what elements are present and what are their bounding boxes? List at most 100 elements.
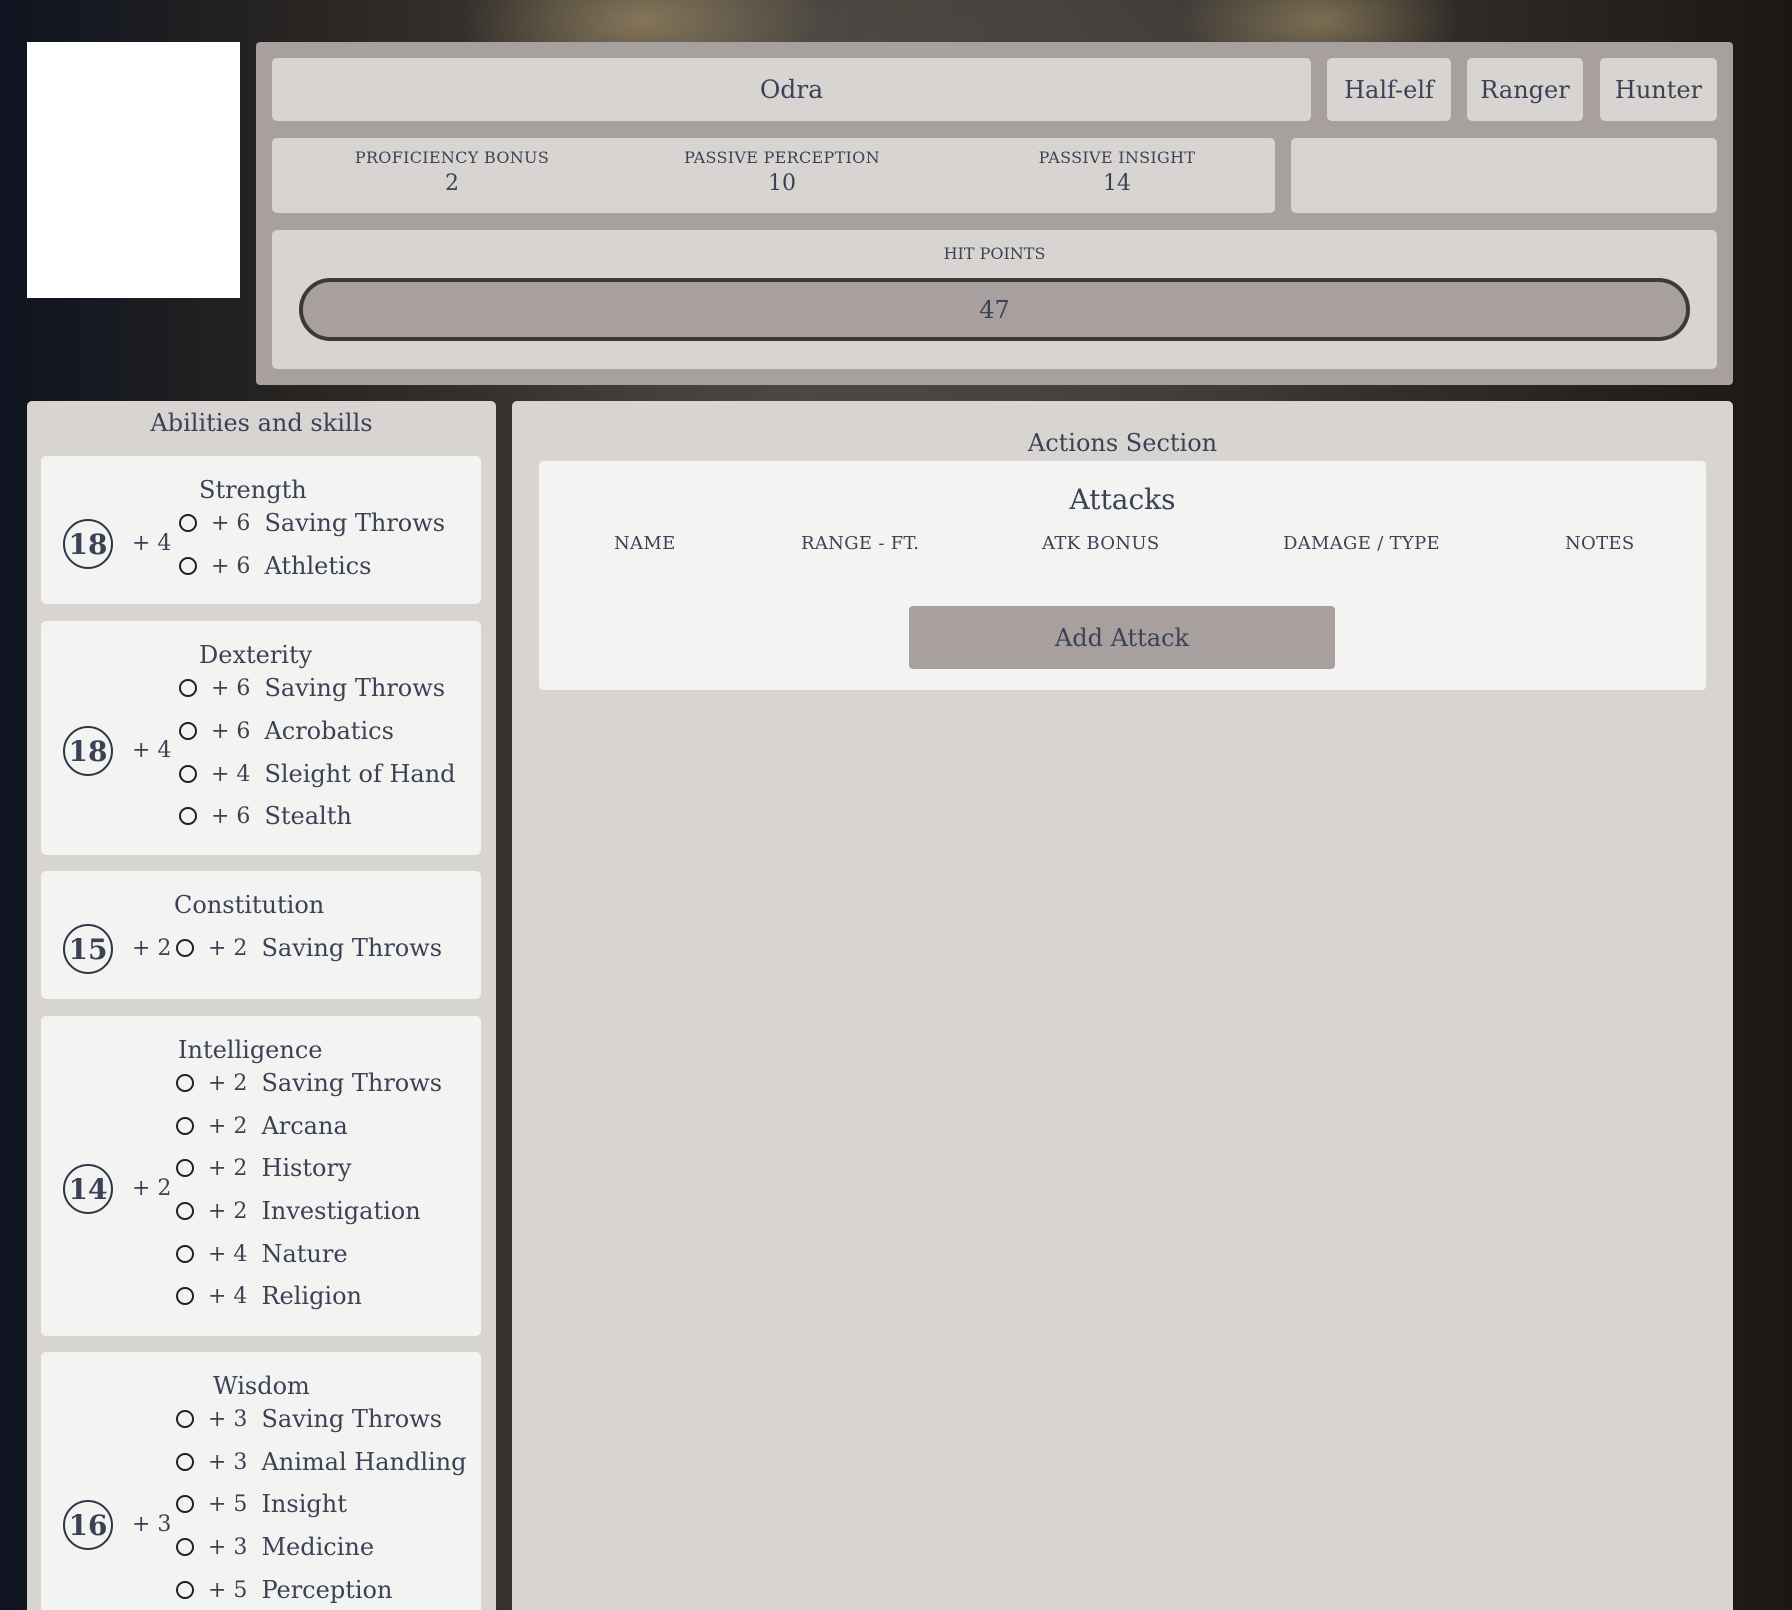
proficiency-radio[interactable]	[176, 1245, 194, 1263]
column-header-name: NAME	[614, 533, 676, 554]
skill-bonus: + 6	[211, 718, 251, 744]
proficiency-radio[interactable]	[179, 514, 197, 532]
skill-row: + 4 Nature	[176, 1239, 348, 1269]
proficiency-radio[interactable]	[179, 807, 197, 825]
column-header-damage-type: DAMAGE / TYPE	[1283, 533, 1440, 554]
skill-row: + 6 Saving Throws	[179, 508, 445, 538]
proficiency-radio[interactable]	[179, 557, 197, 575]
skill-label: Insight	[261, 1490, 347, 1518]
race-text: Half-elf	[1344, 75, 1434, 104]
proficiency-radio[interactable]	[176, 1159, 194, 1177]
ability-modifier: + 2	[132, 936, 172, 961]
character-name-text: Odra	[759, 75, 824, 104]
skill-label: Saving Throws	[261, 1405, 443, 1433]
skill-bonus: + 3	[208, 1449, 248, 1475]
skill-label: Saving Throws	[261, 934, 443, 962]
proficiency-radio[interactable]	[176, 1581, 194, 1599]
extra-info-box[interactable]	[1291, 138, 1717, 213]
proficiency-radio[interactable]	[179, 765, 197, 783]
ability-score[interactable]: 18	[63, 519, 113, 569]
skill-label: Saving Throws	[264, 674, 446, 702]
proficiency-radio[interactable]	[176, 1117, 194, 1135]
skill-label: Religion	[261, 1282, 363, 1310]
skill-label: Animal Handling	[261, 1448, 467, 1476]
ability-name: Intelligence	[178, 1036, 323, 1064]
skill-label: Nature	[261, 1240, 348, 1268]
skill-row: + 5 Perception	[176, 1575, 392, 1605]
skill-row: + 2 Arcana	[176, 1111, 348, 1141]
character-name[interactable]: Odra	[272, 58, 1311, 121]
proficiency-radio[interactable]	[176, 1074, 194, 1092]
passive-perception-label: PASSIVE PERCEPTION	[684, 148, 880, 167]
proficiency-radio[interactable]	[176, 1538, 194, 1556]
proficiency-radio[interactable]	[176, 1453, 194, 1471]
column-header-atk-bonus: ATK BONUS	[1042, 533, 1160, 554]
proficiency-radio[interactable]	[176, 1495, 194, 1513]
attacks-card: Attacks NAME RANGE - FT. ATK BONUS DAMAG…	[539, 461, 1706, 690]
ability-score[interactable]: 15	[63, 924, 113, 974]
skill-label: Saving Throws	[261, 1069, 443, 1097]
skill-row: + 3 Medicine	[176, 1532, 374, 1562]
ability-score[interactable]: 16	[63, 1500, 113, 1550]
ability-name: Dexterity	[199, 641, 313, 669]
skill-row: + 4 Religion	[176, 1281, 362, 1311]
subclass-badge[interactable]: Hunter	[1600, 58, 1717, 121]
skill-bonus: + 5	[208, 1577, 248, 1603]
ability-card-strength: Strength 18 + 4 + 6 Saving Throws + 6 Athl…	[41, 456, 481, 604]
skill-row: + 6 Saving Throws	[179, 673, 445, 703]
skill-row: + 6 Stealth	[179, 801, 352, 831]
ability-score[interactable]: 14	[63, 1164, 113, 1214]
proficiency-radio[interactable]	[176, 1410, 194, 1428]
skill-label: Medicine	[261, 1533, 375, 1561]
skill-bonus: + 6	[211, 803, 251, 829]
skill-row: + 2 History	[176, 1153, 351, 1183]
skill-label: Perception	[261, 1576, 393, 1604]
hit-points-bar[interactable]: 47	[299, 278, 1690, 341]
skill-row: + 5 Insight	[176, 1489, 347, 1519]
skill-label: Athletics	[264, 552, 372, 580]
ability-score[interactable]: 18	[63, 726, 113, 776]
proficiency-radio[interactable]	[176, 1287, 194, 1305]
skill-row: + 2 Saving Throws	[176, 933, 442, 963]
actions-panel: Actions Section Attacks NAME RANGE - FT.…	[512, 401, 1733, 1610]
skill-bonus: + 5	[208, 1491, 248, 1517]
skill-bonus: + 2	[208, 1198, 248, 1224]
skill-bonus: + 4	[208, 1241, 248, 1267]
skill-row: + 2 Investigation	[176, 1196, 421, 1226]
abilities-title: Abilities and skills	[150, 409, 373, 437]
passive-perception-stat: PASSIVE PERCEPTION 10	[672, 148, 892, 196]
skill-bonus: + 3	[208, 1406, 248, 1432]
actions-title: Actions Section	[1027, 429, 1218, 457]
derived-stats: PROFICIENCY BONUS 2 PASSIVE PERCEPTION 1…	[272, 138, 1275, 213]
skill-bonus: + 4	[208, 1283, 248, 1309]
ability-modifier: + 4	[132, 738, 172, 763]
ability-modifier: + 2	[132, 1176, 172, 1201]
skill-row: + 3 Animal Handling	[176, 1447, 467, 1477]
attacks-title: Attacks	[1069, 483, 1176, 516]
skill-bonus: + 2	[208, 1070, 248, 1096]
class-badge[interactable]: Ranger	[1467, 58, 1583, 121]
skill-label: Sleight of Hand	[264, 760, 456, 788]
race-badge[interactable]: Half-elf	[1327, 58, 1451, 121]
add-attack-button[interactable]: Add Attack	[909, 606, 1335, 669]
add-attack-label: Add Attack	[1054, 623, 1190, 652]
abilities-panel: Abilities and skills Strength 18 + 4 + 6…	[27, 401, 496, 1610]
skill-bonus: + 2	[208, 1113, 248, 1139]
character-portrait[interactable]	[27, 42, 240, 298]
hit-points-label: HIT POINTS	[943, 244, 1046, 263]
ability-name: Strength	[199, 476, 307, 504]
skill-row: + 4 Sleight of Hand	[179, 759, 456, 789]
proficiency-radio[interactable]	[179, 679, 197, 697]
skill-label: Saving Throws	[264, 509, 446, 537]
skill-bonus: + 2	[208, 1155, 248, 1181]
skill-label: Stealth	[264, 802, 352, 830]
ability-modifier: + 3	[132, 1512, 172, 1537]
skill-label: Acrobatics	[264, 717, 394, 745]
proficiency-radio[interactable]	[179, 722, 197, 740]
ability-name: Wisdom	[213, 1372, 310, 1400]
proficiency-radio[interactable]	[176, 939, 194, 957]
character-header: Odra Half-elf Ranger Hunter PROFICIENCY …	[256, 42, 1733, 385]
ability-card-constitution: Constitution 15 + 2 + 2 Saving Throws	[41, 871, 481, 999]
proficiency-radio[interactable]	[176, 1202, 194, 1220]
column-header-notes: NOTES	[1565, 533, 1635, 554]
